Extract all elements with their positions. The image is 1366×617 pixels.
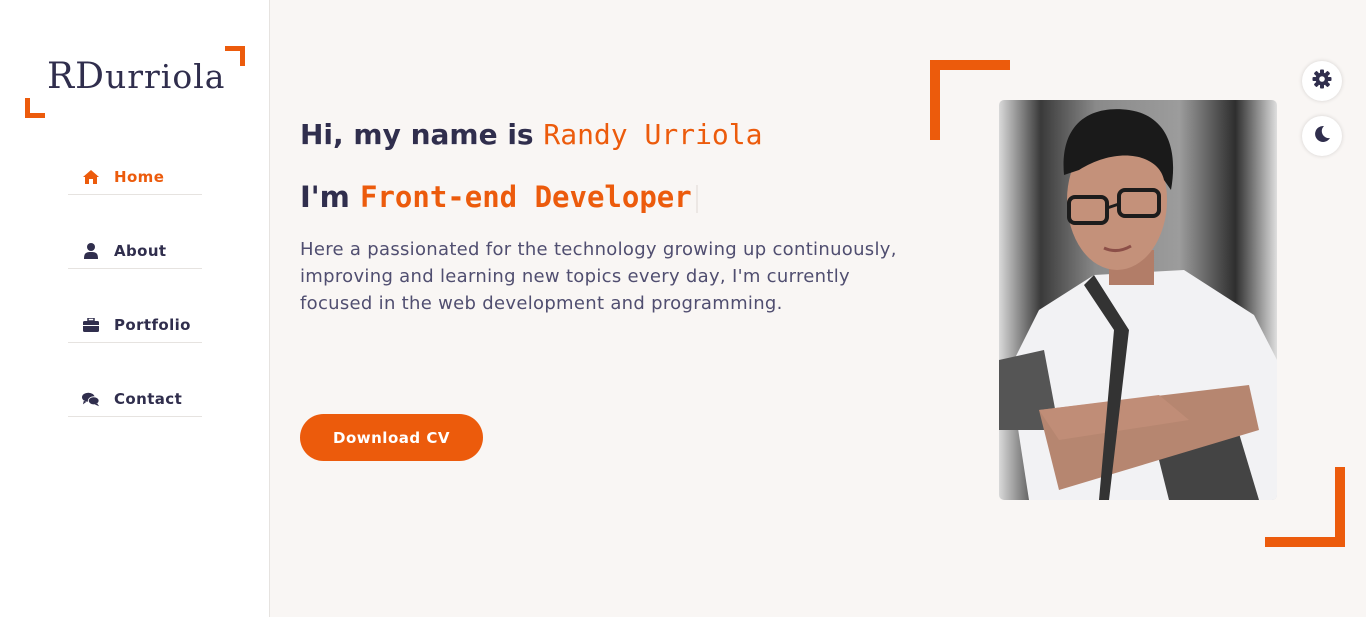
logo-initials: RD [47,56,105,97]
moon-icon [1313,125,1331,147]
user-icon [82,242,100,260]
nav-label-portfolio: Portfolio [114,316,191,334]
photo-frame-bottom-right [1265,467,1345,547]
download-cv-button[interactable]: Download CV [300,414,483,461]
role-typed-text: Front-end Developer [360,180,692,214]
logo-text: RDurriola [47,56,225,97]
comments-icon [82,390,100,408]
nav-link-home[interactable]: Home [68,160,202,195]
briefcase-icon [82,316,100,334]
main-nav: Home About Portfolio Contact [68,160,202,456]
typing-cursor [695,185,698,213]
greeting-name: Randy Urriola [543,118,763,151]
nav-link-about[interactable]: About [68,234,202,269]
nav-link-contact[interactable]: Contact [68,382,202,417]
home-icon [82,168,100,186]
role-prefix: I'm [300,180,350,214]
nav-label-about: About [114,242,167,260]
logo-corner-bottom-left [25,98,45,118]
logo-rest: urriola [104,57,226,96]
nav-item-portfolio: Portfolio [68,308,202,382]
nav-link-portfolio[interactable]: Portfolio [68,308,202,343]
intro-paragraph: Here a passionated for the technology gr… [300,239,897,314]
nav-label-contact: Contact [114,390,183,408]
nav-item-home: Home [68,160,202,234]
nav-label-home: Home [114,168,165,186]
sidebar: RDurriola Home About Portfolio Contact [0,0,270,617]
logo[interactable]: RDurriola [25,46,245,118]
logo-corner-top-right [225,46,245,66]
greeting-prefix: Hi, my name is [300,118,534,151]
nav-item-contact: Contact [68,382,202,456]
gear-icon [1312,69,1332,93]
greeting-heading: Hi, my name is Randy Urriola [300,118,763,151]
role-heading: I'm Front-end Developer [300,180,698,214]
nav-item-about: About [68,234,202,308]
photo-frame-top-left [930,60,1010,140]
theme-toggle-button[interactable] [1302,116,1342,156]
home-section: Hi, my name is Randy Urriola I'm Front-e… [270,0,1366,617]
settings-button[interactable] [1302,61,1342,101]
profile-photo [999,100,1277,500]
